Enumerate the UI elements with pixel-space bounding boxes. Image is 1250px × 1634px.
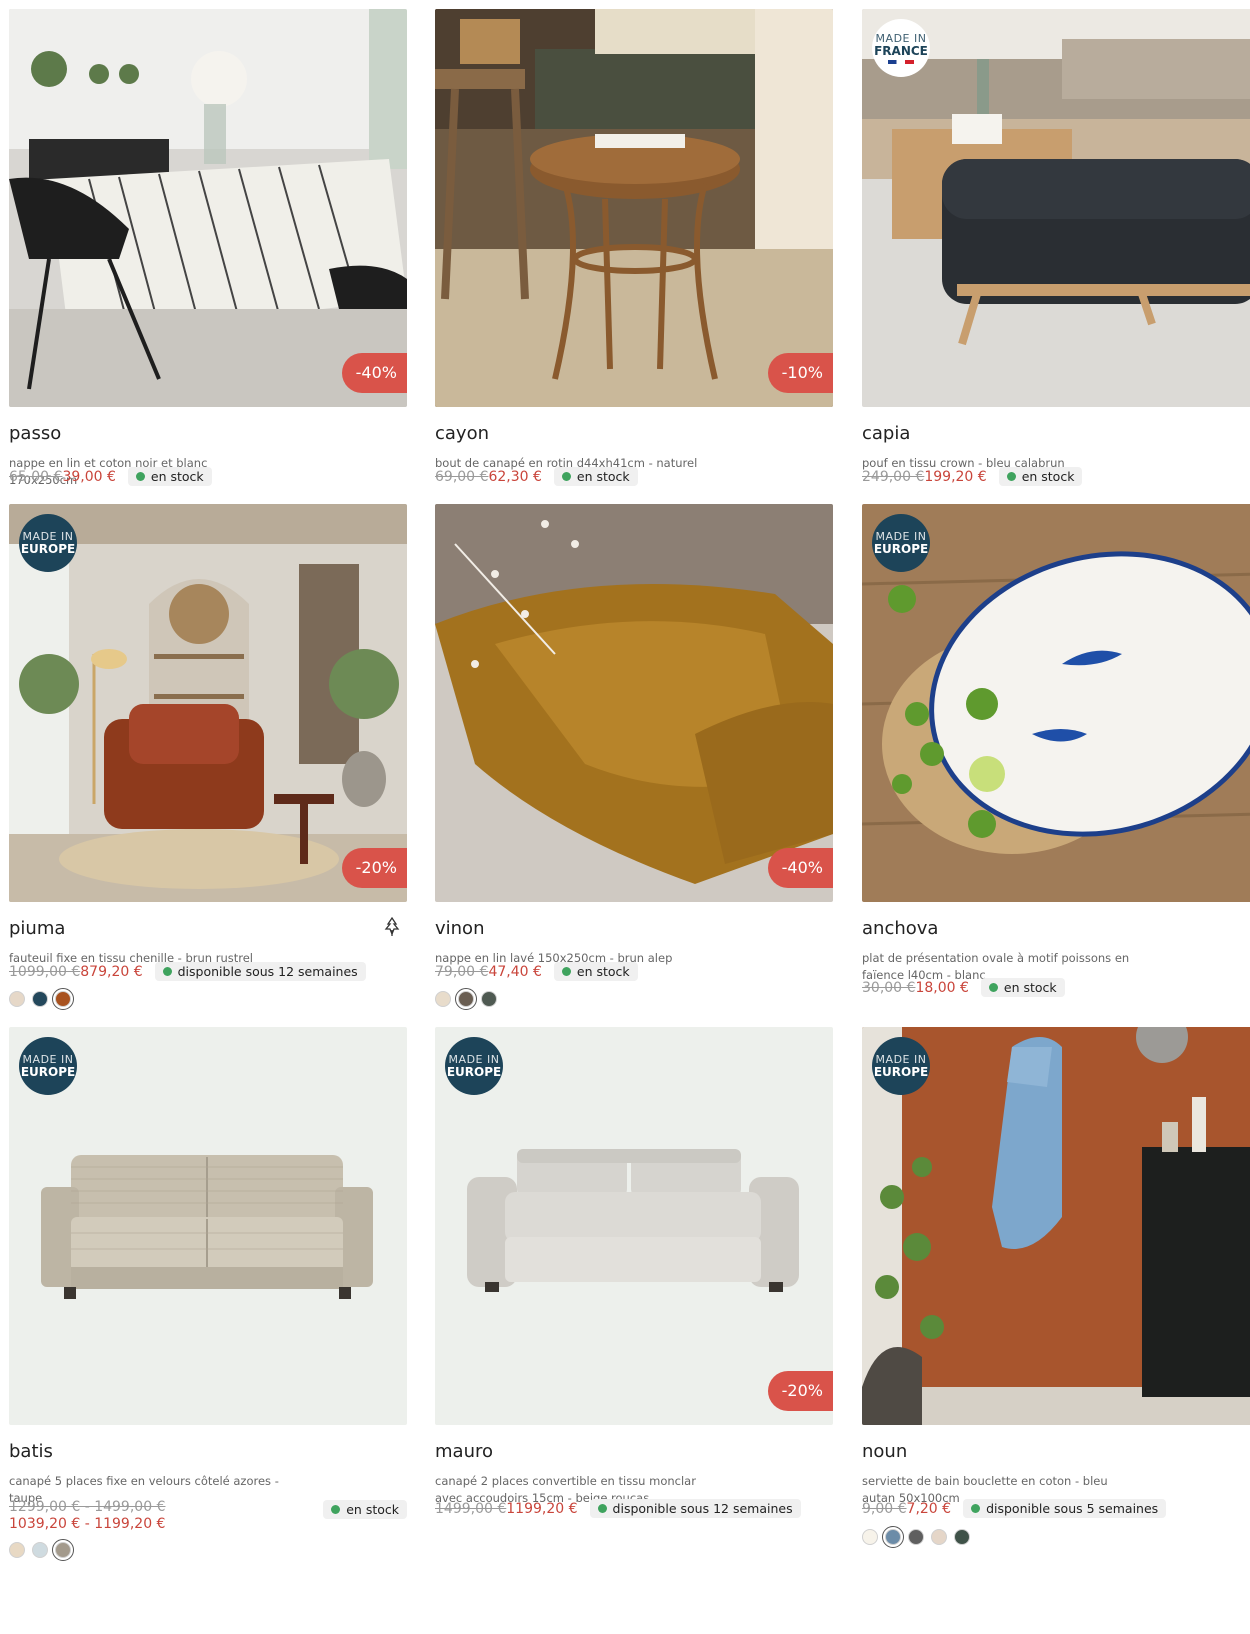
- color-swatch-selected[interactable]: [882, 1526, 904, 1548]
- sale-price: 47,40 €: [488, 963, 542, 980]
- sale-price: 7,20 €: [906, 1500, 952, 1517]
- old-price: 1099,00 €: [9, 963, 81, 980]
- sale-price: 18,00 €: [915, 979, 969, 996]
- sale-price: 1199,20 €: [506, 1500, 578, 1517]
- price-row: 69,00 € 62,30 € en stock: [435, 467, 638, 486]
- product-name[interactable]: passo: [9, 423, 61, 444]
- old-price: 69,00 €: [435, 468, 489, 485]
- old-price: 30,00 €: [862, 979, 916, 996]
- old-price: 65,00 €: [9, 468, 63, 485]
- stock-dot-icon: [1006, 472, 1016, 481]
- made-in-europe-badge: MADE IN EUROPE: [872, 514, 930, 572]
- product-name[interactable]: piuma: [9, 918, 65, 939]
- made-in-france-badge: MADE IN FRANCE: [872, 19, 930, 77]
- product-name[interactable]: capia: [862, 423, 910, 444]
- color-swatch[interactable]: [435, 991, 451, 1007]
- made-in-europe-badge: MADE IN EUROPE: [872, 1037, 930, 1095]
- price-row: 1299,00 € - 1499,00 € 1039,20 € - 1199,2…: [9, 1499, 165, 1533]
- stock-badge: en stock: [553, 467, 638, 486]
- color-swatch[interactable]: [931, 1529, 947, 1545]
- color-swatches: [435, 988, 504, 1010]
- product-image[interactable]: [435, 9, 833, 407]
- sale-price: 199,20 €: [924, 468, 987, 485]
- color-swatch[interactable]: [9, 991, 25, 1007]
- color-swatch-selected[interactable]: [52, 1539, 74, 1561]
- fsc-tree-icon: [384, 916, 400, 936]
- product-name[interactable]: mauro: [435, 1441, 493, 1462]
- stock-dot-icon: [597, 1504, 607, 1513]
- price-row: 30,00 € 18,00 € en stock: [862, 978, 1065, 997]
- discount-badge: -10%: [767, 353, 833, 393]
- color-swatches: [9, 988, 78, 1010]
- old-price: 79,00 €: [435, 963, 489, 980]
- color-swatch[interactable]: [32, 1542, 48, 1558]
- stock-badge: en stock: [998, 467, 1083, 486]
- made-in-europe-badge: MADE IN EUROPE: [19, 514, 77, 572]
- price-row: 249,00 € 199,20 € en stock: [862, 467, 1083, 486]
- color-swatch-selected[interactable]: [52, 988, 74, 1010]
- stock-dot-icon: [561, 472, 571, 481]
- product-name[interactable]: cayon: [435, 423, 489, 444]
- made-in-europe-badge: MADE IN EUROPE: [445, 1037, 503, 1095]
- stock-dot-icon: [135, 472, 145, 481]
- sale-price: 39,00 €: [62, 468, 116, 485]
- sale-price: 1039,20 € - 1199,20 €: [9, 1516, 166, 1532]
- price-row: 79,00 € 47,40 € en stock: [435, 962, 638, 981]
- color-swatch-selected[interactable]: [455, 988, 477, 1010]
- stock-badge: en stock: [127, 467, 212, 486]
- color-swatch[interactable]: [862, 1529, 878, 1545]
- stock-dot-icon: [162, 967, 172, 976]
- stock-badge: disponible sous 5 semaines: [963, 1499, 1167, 1518]
- flag-icon: [888, 59, 914, 64]
- stock-badge: en stock: [323, 1500, 407, 1519]
- product-image[interactable]: [435, 1027, 833, 1425]
- product-name[interactable]: anchova: [862, 918, 938, 939]
- discount-badge: -20%: [767, 1371, 833, 1411]
- stock-badge: disponible sous 12 semaines: [154, 962, 366, 981]
- product-name[interactable]: batis: [9, 1441, 53, 1462]
- stock-dot-icon: [988, 983, 998, 992]
- price-row: 65,00 € 39,00 € en stock: [9, 467, 212, 486]
- old-price: 1499,00 €: [435, 1500, 507, 1517]
- product-name[interactable]: noun: [862, 1441, 907, 1462]
- color-swatch[interactable]: [9, 1542, 25, 1558]
- old-price: 9,00 €: [862, 1500, 907, 1517]
- product-image[interactable]: [9, 9, 407, 407]
- product-image[interactable]: [9, 504, 407, 902]
- stock-dot-icon: [971, 1504, 981, 1513]
- made-in-europe-badge: MADE IN EUROPE: [19, 1037, 77, 1095]
- product-image[interactable]: [435, 504, 833, 902]
- stock-badge: en stock: [980, 978, 1065, 997]
- color-swatch[interactable]: [908, 1529, 924, 1545]
- price-row: 1499,00 € 1199,20 € disponible sous 12 s…: [435, 1499, 801, 1518]
- color-swatches: [862, 1526, 977, 1548]
- price-row: 1099,00 € 879,20 € disponible sous 12 se…: [9, 962, 366, 981]
- price-row: 9,00 € 7,20 € disponible sous 5 semaines: [862, 1499, 1167, 1518]
- old-price: 1299,00 € - 1499,00 €: [9, 1499, 166, 1515]
- color-swatch[interactable]: [954, 1529, 970, 1545]
- stock-badge: en stock: [553, 962, 638, 981]
- discount-badge: -20%: [341, 848, 407, 888]
- stock-dot-icon: [331, 1505, 341, 1514]
- product-name[interactable]: vinon: [435, 918, 484, 939]
- product-image[interactable]: [9, 1027, 407, 1425]
- color-swatches: [9, 1539, 78, 1561]
- old-price: 249,00 €: [862, 468, 925, 485]
- color-swatch[interactable]: [32, 991, 48, 1007]
- stock-badge: disponible sous 12 semaines: [589, 1499, 801, 1518]
- sale-price: 62,30 €: [488, 468, 542, 485]
- discount-badge: -40%: [767, 848, 833, 888]
- color-swatch[interactable]: [481, 991, 497, 1007]
- discount-badge: -40%: [341, 353, 407, 393]
- sale-price: 879,20 €: [80, 963, 143, 980]
- stock-dot-icon: [561, 967, 571, 976]
